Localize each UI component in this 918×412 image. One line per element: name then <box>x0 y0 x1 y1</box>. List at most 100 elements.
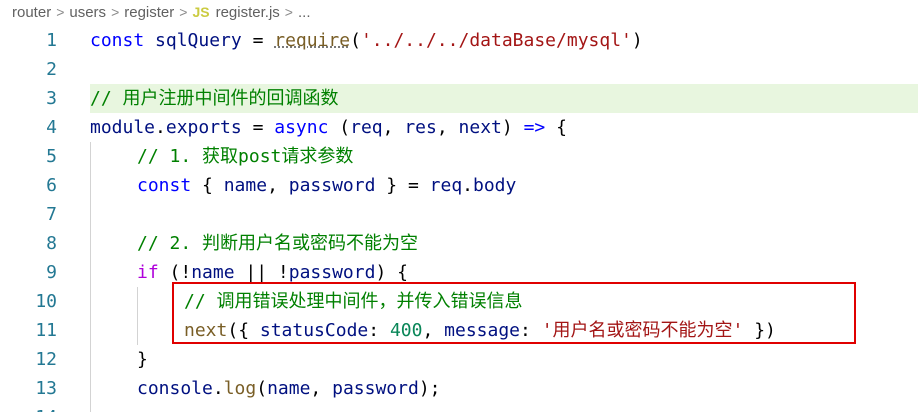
line-number: 9 <box>46 262 57 283</box>
line-number: 4 <box>46 117 57 138</box>
code-token: async <box>274 117 329 138</box>
line-number: 13 <box>35 378 57 399</box>
code-token: const <box>90 30 145 51</box>
code-token: . <box>462 175 473 196</box>
code-token: name <box>223 175 268 196</box>
code-token: ( <box>350 30 361 51</box>
code-text[interactable]: if (!name || !password) { <box>90 258 918 287</box>
code-token: password <box>288 262 376 283</box>
code-text[interactable] <box>90 200 918 229</box>
line-number: 11 <box>35 320 57 341</box>
line-number: 12 <box>35 349 57 370</box>
code-line[interactable]: 11 next({ statusCode: 400, message: '用户名或… <box>0 316 918 345</box>
code-text[interactable]: console.log(name, password); <box>90 374 918 403</box>
code-token: console <box>137 378 213 399</box>
code-token: }) <box>743 320 776 341</box>
breadcrumb-item-users[interactable]: users <box>69 4 106 21</box>
breadcrumb-item-file[interactable]: register.js <box>216 4 280 21</box>
breadcrumb-item-router[interactable]: router <box>12 4 51 21</box>
code-token: ); <box>418 378 441 399</box>
code-editor[interactable]: router > users > register > JS register.… <box>0 0 918 412</box>
code-token: // 用户注册中间件的回调函数 <box>90 88 339 109</box>
code-token: (! <box>158 262 192 283</box>
code-token: ( <box>256 378 268 399</box>
code-line[interactable]: 7 <box>0 200 918 229</box>
code-text[interactable]: // 1. 获取post请求参数 <box>90 142 918 171</box>
code-token: || ! <box>234 262 289 283</box>
chevron-right-icon: > <box>111 4 120 20</box>
code-token: next <box>184 320 228 341</box>
code-token: req <box>350 117 383 138</box>
code-line[interactable]: 1 const sqlQuery = require('../../../data… <box>0 26 918 55</box>
code-text[interactable]: module.exports = async (req, res, next) … <box>90 113 918 142</box>
line-number: 1 <box>46 30 57 51</box>
code-text[interactable]: // 用户注册中间件的回调函数 <box>90 84 918 113</box>
code-token: , <box>436 117 459 138</box>
code-token: message <box>444 320 520 341</box>
code-token: { <box>191 175 224 196</box>
line-number: 6 <box>46 175 57 196</box>
code-line[interactable]: 13 console.log(name, password); <box>0 374 918 403</box>
line-number: 2 <box>46 59 57 80</box>
code-token: password <box>332 378 419 399</box>
code-text[interactable] <box>90 55 918 84</box>
code-token: { <box>545 117 567 138</box>
code-token: req <box>429 175 463 196</box>
code-token: const <box>137 175 192 196</box>
code-line[interactable]: 2 <box>0 55 918 84</box>
chevron-right-icon: > <box>56 4 65 20</box>
code-line[interactable]: 4 module.exports = async (req, res, next)… <box>0 113 918 142</box>
code-line[interactable]: 5 // 1. 获取post请求参数 <box>0 142 918 171</box>
code-token: . <box>212 378 224 399</box>
code-token: : <box>368 320 390 341</box>
code-token: . <box>155 117 166 138</box>
javascript-file-icon: JS <box>192 4 210 20</box>
line-number: 14 <box>0 403 57 412</box>
code-token: // 2. 判断用户名或密码不能为空 <box>137 233 419 254</box>
code-token: ) <box>631 30 643 51</box>
code-text[interactable]: next({ statusCode: 400, message: '用户名或密码… <box>90 316 918 345</box>
chevron-right-icon: > <box>284 4 293 20</box>
code-area[interactable]: 1 const sqlQuery = require('../../../data… <box>0 26 918 412</box>
code-token: require <box>274 30 351 51</box>
code-token: , <box>267 175 289 196</box>
breadcrumb-item-symbols[interactable]: ... <box>298 4 311 21</box>
code-text[interactable]: const sqlQuery = require('../../../dataB… <box>90 26 918 55</box>
line-number: 5 <box>46 146 57 167</box>
code-token: } <box>137 349 148 370</box>
code-token: body <box>473 175 517 196</box>
code-text[interactable]: } <box>90 345 918 374</box>
code-text[interactable]: // 2. 判断用户名或密码不能为空 <box>90 229 918 258</box>
code-token: = <box>241 30 275 51</box>
code-token: res <box>404 117 437 138</box>
code-token: name <box>191 262 235 283</box>
code-token: = <box>241 117 275 138</box>
code-token: log <box>223 378 257 399</box>
code-text[interactable]: const { name, password } = req.body <box>90 171 918 200</box>
code-line[interactable]: 3 // 用户注册中间件的回调函数 <box>0 84 918 113</box>
chevron-right-icon: > <box>179 4 188 20</box>
code-line[interactable]: 10 // 调用错误处理中间件，并传入错误信息 <box>0 287 918 316</box>
code-line[interactable]: 9 if (!name || !password) { <box>0 258 918 287</box>
code-line[interactable]: 6 const { name, password } = req.body <box>0 171 918 200</box>
code-token: sqlQuery <box>155 30 242 51</box>
code-token: : <box>520 320 542 341</box>
code-token: , <box>422 320 445 341</box>
code-token: password <box>288 175 376 196</box>
code-text[interactable] <box>90 403 918 412</box>
code-line[interactable]: 12} <box>0 345 918 374</box>
code-token: , <box>382 117 405 138</box>
breadcrumb: router > users > register > JS register.… <box>0 0 918 24</box>
line-number: 10 <box>35 291 57 312</box>
code-token: name <box>267 378 311 399</box>
code-line[interactable]: 14 <box>0 403 918 412</box>
code-line[interactable]: 8 // 2. 判断用户名或密码不能为空 <box>0 229 918 258</box>
code-text[interactable]: // 调用错误处理中间件，并传入错误信息 <box>90 287 918 316</box>
code-token: exports <box>165 117 242 138</box>
breadcrumb-item-register[interactable]: register <box>124 4 174 21</box>
line-number: 7 <box>46 204 57 225</box>
code-token: next <box>458 117 502 138</box>
code-token: ( <box>328 117 351 138</box>
code-token: // 调用错误处理中间件，并传入错误信息 <box>184 291 523 312</box>
